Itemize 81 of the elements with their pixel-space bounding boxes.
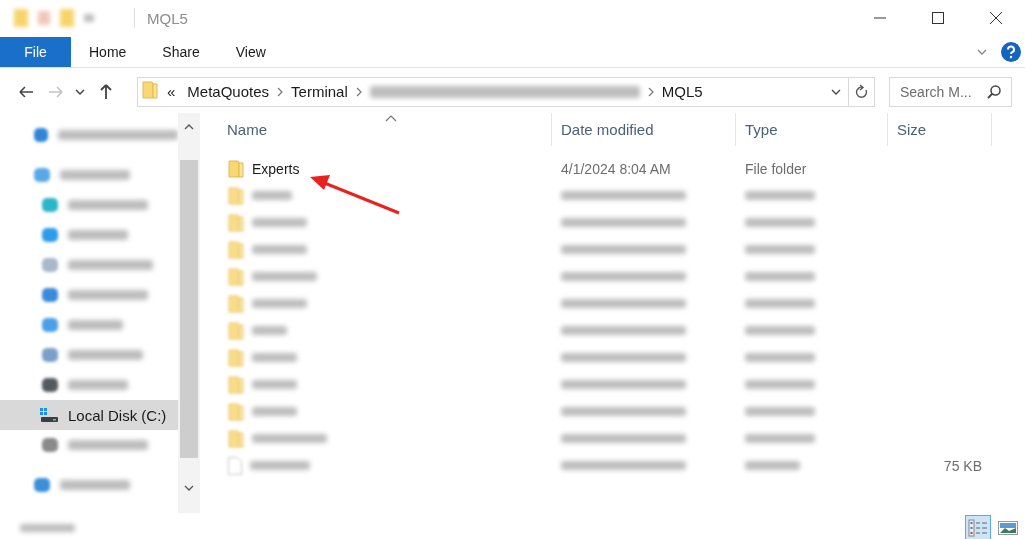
blurred-text <box>252 407 297 416</box>
folder-icon <box>228 429 244 448</box>
folder-icon <box>228 186 244 205</box>
ribbon-tab[interactable]: Share <box>144 37 218 67</box>
file-size: 75 KB <box>943 457 982 474</box>
sort-caret-icon <box>385 115 397 122</box>
blurred-text <box>745 191 815 200</box>
blurred-text <box>745 245 815 254</box>
blurred-text <box>252 326 287 335</box>
search-field[interactable]: Search M... <box>889 76 1012 107</box>
folder-icon <box>228 213 244 232</box>
folder-icon <box>228 240 244 259</box>
file-type: File folder <box>745 160 807 177</box>
blurred-text <box>745 353 815 362</box>
chevron-down-icon <box>74 86 86 97</box>
blurred-text <box>745 380 815 389</box>
column-header[interactable]: Type <box>736 113 888 146</box>
help-icon[interactable] <box>1001 42 1021 62</box>
refresh-icon <box>854 83 869 100</box>
view-button[interactable] <box>965 514 991 539</box>
blurred-icon <box>14 9 28 27</box>
file-menu-button[interactable]: File <box>0 37 71 67</box>
folder-icon <box>228 267 244 286</box>
blurred-text <box>252 380 297 389</box>
blurred-text <box>250 461 310 470</box>
date-modified: 4/1/2024 8:04 AM <box>561 160 671 177</box>
blurred-text <box>68 230 128 240</box>
refresh-button[interactable] <box>849 76 875 107</box>
nav-item[interactable]: Local Disk (C:) <box>0 400 178 430</box>
blurred-text <box>60 170 130 180</box>
blurred-text <box>20 523 75 532</box>
maximize-icon <box>932 12 944 24</box>
folder-icon <box>228 375 244 394</box>
blurred-text <box>252 299 307 308</box>
blurred-text <box>745 461 800 470</box>
scroll-down-icon <box>184 483 194 493</box>
folder-icon <box>228 348 244 367</box>
column-header[interactable]: Size <box>888 113 992 146</box>
nav-label: Local Disk (C:) <box>68 406 167 424</box>
blurred-text <box>68 380 128 390</box>
details-view-icon <box>968 517 988 538</box>
blurred-text <box>60 480 130 490</box>
blurred-text <box>252 272 317 281</box>
blurred-text <box>252 218 307 227</box>
blurred-text <box>745 407 815 416</box>
blurred-text <box>252 245 307 254</box>
breadcrumb[interactable]: Terminal <box>285 83 354 100</box>
scroll-up-icon <box>184 122 194 132</box>
column-header[interactable]: Name <box>218 113 552 146</box>
column-header[interactable]: Date modified <box>552 113 736 146</box>
search-icon <box>986 83 1002 100</box>
forward-arrow-icon <box>47 83 65 100</box>
ribbon-tab[interactable]: View <box>217 37 284 67</box>
chevron-down-icon <box>977 47 987 57</box>
picture-icon <box>998 519 1018 536</box>
blurred-text <box>68 320 123 330</box>
blurred-text <box>745 299 815 308</box>
blurred-icon <box>38 11 50 25</box>
blurred-text <box>745 272 815 281</box>
blurred-text <box>745 326 815 335</box>
window-title: MQL5 <box>147 9 189 27</box>
blurred-text <box>745 434 815 443</box>
drive-icon <box>40 408 58 422</box>
folder-icon <box>228 294 244 313</box>
blurred-text <box>745 218 815 227</box>
file-name: Experts <box>252 160 300 177</box>
blurred-text <box>252 191 292 200</box>
ribbon-tab[interactable]: Home <box>71 37 145 67</box>
blurred-icon <box>84 14 94 22</box>
folder-icon <box>228 321 244 340</box>
overflow-chevron[interactable]: « <box>159 83 182 100</box>
close-icon <box>990 12 1002 24</box>
up-arrow-icon <box>98 82 114 101</box>
folder-icon <box>228 402 244 421</box>
blurred-text <box>252 353 297 362</box>
back-arrow-icon <box>17 83 35 100</box>
folder-icon <box>228 159 244 178</box>
blurred-icon <box>60 9 74 27</box>
scrollbar-thumb[interactable] <box>180 160 198 458</box>
breadcrumb[interactable]: MQL5 <box>655 83 709 100</box>
breadcrumb[interactable]: MetaQuotes <box>181 83 276 100</box>
